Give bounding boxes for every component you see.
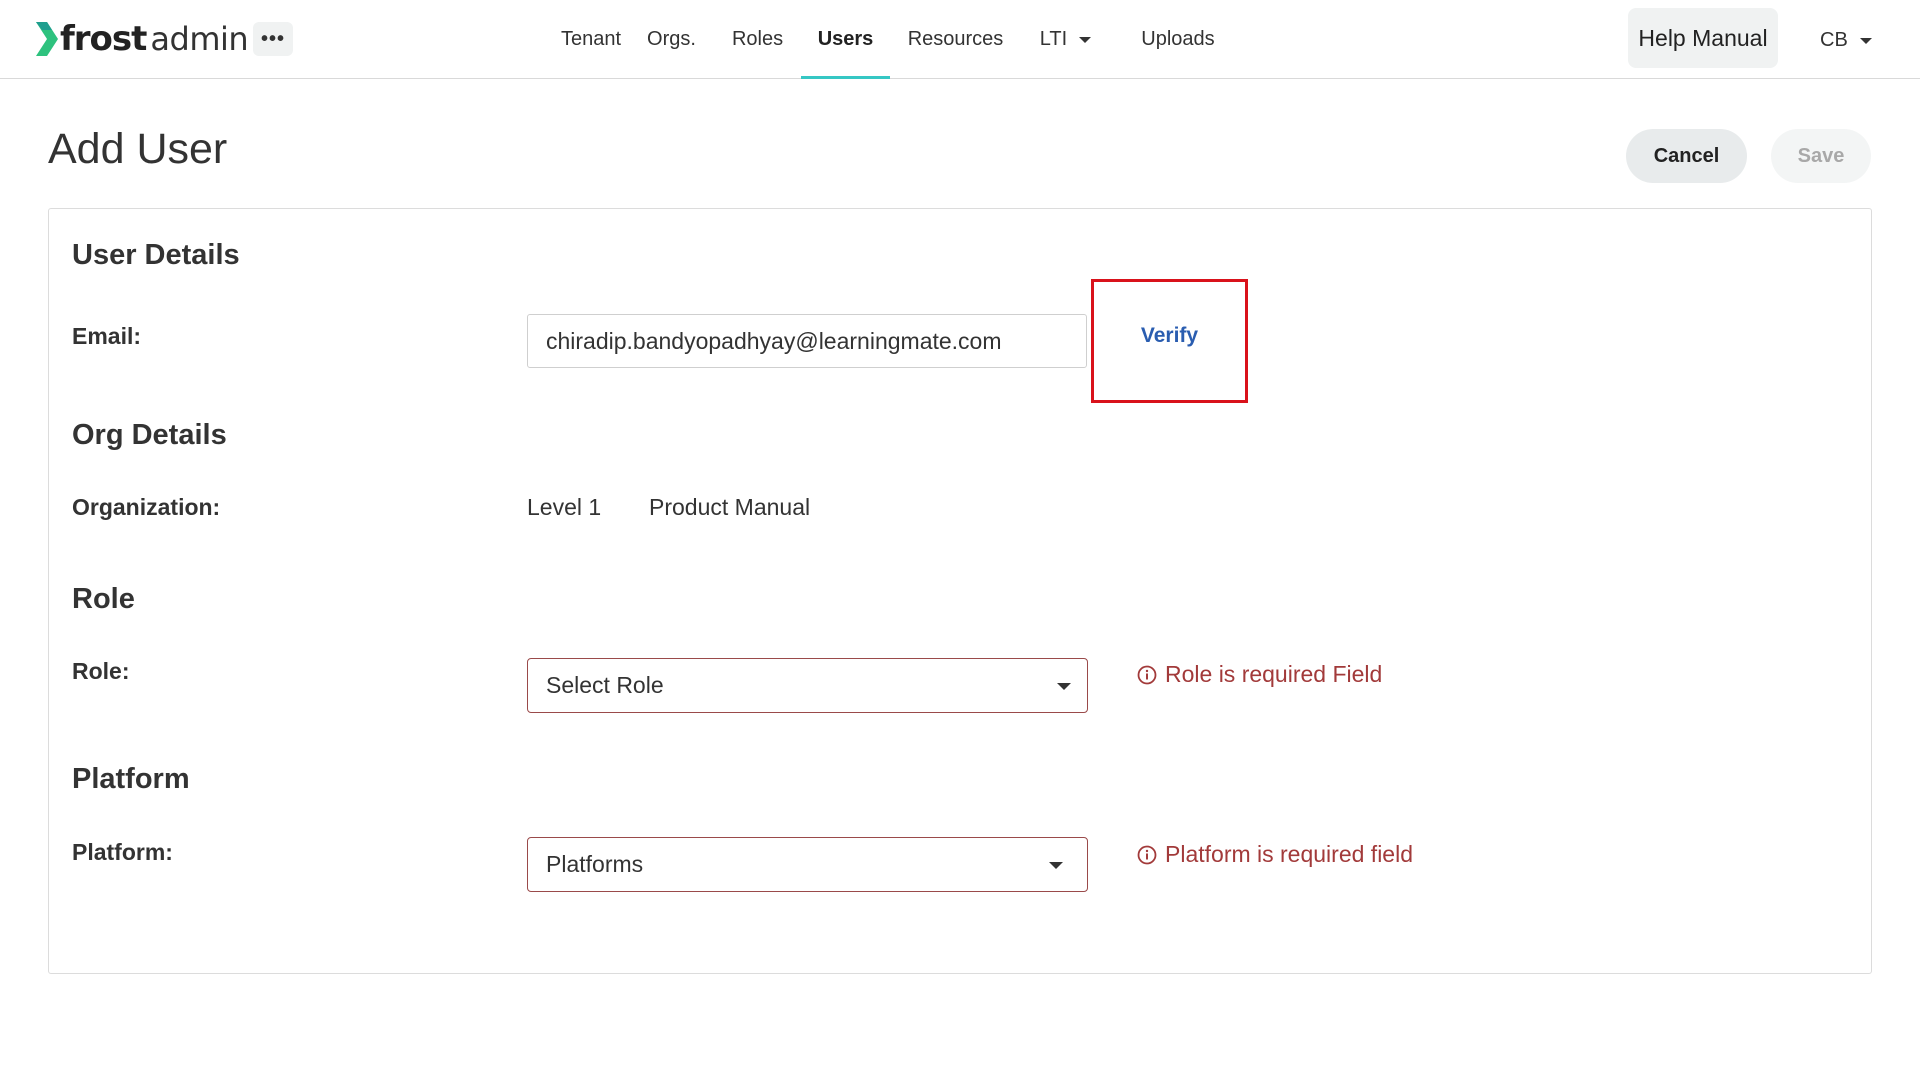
nav-tab-label: Resources	[907, 27, 1004, 50]
logo-text-frost: frost	[60, 19, 147, 59]
frost-admin-logo[interactable]: frost admin	[34, 18, 249, 60]
user-details-heading: User Details	[72, 239, 240, 271]
email-field[interactable]: chiradip.bandyopadhyay@learningmate.com	[527, 314, 1087, 368]
frost-chevron-icon	[36, 22, 58, 56]
org-level-value: Level 1	[527, 494, 602, 520]
info-circle-icon	[1137, 845, 1157, 864]
org-name-value: Product Manual	[649, 494, 811, 520]
info-circle-icon	[1137, 665, 1157, 684]
nav-tab-label: LTI	[1039, 27, 1068, 50]
nav-tab-label: Tenant	[560, 27, 622, 50]
more-dots-icon: •••	[260, 27, 285, 50]
nav-tab-lti[interactable]: LTI	[1021, 0, 1110, 78]
nav-tab-orgs[interactable]: Orgs.	[629, 0, 714, 78]
nav-tab-tenant[interactable]: Tenant	[553, 0, 629, 78]
user-initials: CB	[1820, 28, 1848, 51]
verify-highlight-box: Verify	[1091, 279, 1248, 403]
role-error-text: Role is required Field	[1165, 661, 1383, 687]
cancel-label: Cancel	[1653, 144, 1720, 167]
caret-down-icon	[1057, 683, 1071, 690]
nav-tab-uploads[interactable]: Uploads	[1120, 0, 1236, 78]
role-select-value: Select Role	[546, 672, 664, 698]
nav-tab-label: Orgs.	[647, 27, 696, 50]
nav-tab-label: Users	[817, 27, 874, 50]
save-label: Save	[1797, 144, 1845, 167]
caret-down-icon	[1859, 38, 1872, 44]
role-heading: Role	[72, 583, 135, 615]
cancel-button[interactable]: Cancel	[1626, 129, 1747, 183]
logo-text-admin: admin	[150, 20, 249, 58]
role-error-message: Role is required Field	[1137, 661, 1382, 688]
role-select[interactable]: Select Role	[527, 658, 1088, 713]
platform-label: Platform:	[72, 839, 173, 865]
platform-error-message: Platform is required field	[1137, 841, 1413, 868]
platform-heading: Platform	[72, 763, 190, 795]
nav-tab-users[interactable]: Users	[801, 0, 890, 79]
platform-select[interactable]: Platforms	[527, 837, 1088, 892]
organization-label: Organization:	[72, 494, 221, 520]
nav-tab-roles[interactable]: Roles	[714, 0, 801, 78]
more-options-button[interactable]: •••	[253, 22, 293, 56]
caret-down-icon	[1079, 37, 1092, 43]
nav-tab-label: Roles	[731, 27, 784, 50]
top-navbar: frost admin ••• Tenant Orgs. Roles Users…	[0, 0, 1920, 79]
role-label: Role:	[72, 658, 130, 684]
nav-tab-label: Uploads	[1141, 27, 1215, 50]
platform-error-text: Platform is required field	[1165, 841, 1413, 867]
nav-tab-resources[interactable]: Resources	[890, 0, 1021, 78]
email-value: chiradip.bandyopadhyay@learningmate.com	[546, 327, 1002, 354]
org-details-heading: Org Details	[72, 419, 227, 451]
main-nav: Tenant Orgs. Roles Users Resources LTI U…	[553, 0, 1236, 79]
save-button[interactable]: Save	[1771, 129, 1871, 183]
help-manual-label: Help Manual	[1638, 24, 1768, 51]
user-menu[interactable]: CB	[1820, 18, 1872, 62]
page-title: Add User	[48, 125, 228, 173]
help-manual-button[interactable]: Help Manual	[1628, 8, 1778, 68]
add-user-form-card: User Details Email: chiradip.bandyopadhy…	[48, 208, 1872, 974]
verify-button[interactable]: Verify	[1141, 324, 1198, 348]
caret-down-icon	[1049, 862, 1063, 869]
email-label: Email:	[72, 323, 142, 349]
platform-select-value: Platforms	[546, 851, 644, 877]
